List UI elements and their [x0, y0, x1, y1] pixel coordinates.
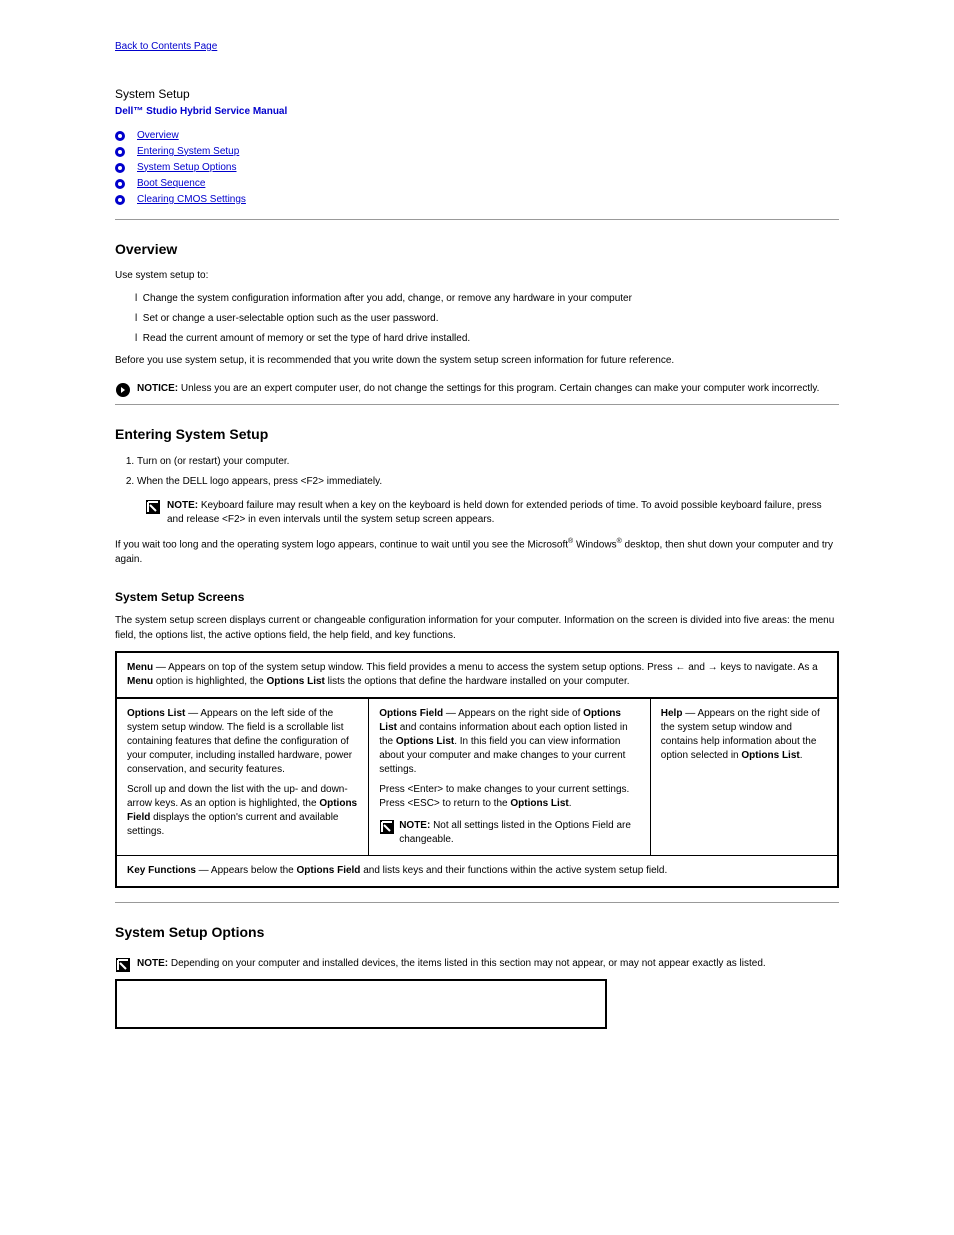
- manual-subtitle: Dell™ Studio Hybrid Service Manual: [115, 105, 839, 119]
- of-t5: .: [569, 798, 572, 809]
- bullet-icon: [115, 147, 125, 157]
- notice-body: Unless you are an expert computer user, …: [178, 383, 819, 394]
- note-text: NOTE: Keyboard failure may result when a…: [167, 499, 839, 527]
- keyfn-label: Key Functions: [127, 865, 196, 876]
- of-t4: Press <Enter> to make changes to your cu…: [379, 784, 629, 809]
- bullet-icon: [115, 195, 125, 205]
- note-label: NOTE:: [167, 500, 198, 511]
- options-note-text: NOTE: Depending on your computer and ins…: [137, 957, 766, 971]
- overview-item: l Read the current amount of memory or s…: [135, 332, 839, 346]
- help-label: Help: [661, 708, 683, 719]
- setup-layout-table: Menu — Appears on top of the system setu…: [115, 651, 839, 888]
- note-body: Keyboard failure may result when a key o…: [167, 500, 822, 525]
- toc-link-boot[interactable]: Boot Sequence: [137, 177, 205, 191]
- menu-desc2: keys to navigate. As a: [718, 662, 818, 673]
- divider: [115, 902, 839, 903]
- overview-item-text: Read the current amount of memory or set…: [143, 333, 470, 344]
- notice-text: NOTICE: Unless you are an expert compute…: [137, 382, 819, 396]
- overview-item-text: Set or change a user-selectable option s…: [143, 313, 439, 324]
- menu-desc: — Appears on top of the system setup win…: [153, 662, 675, 673]
- wait-text: If you wait too long and the operating s…: [115, 537, 839, 567]
- overview-preuse: Before you use system setup, it is recom…: [115, 354, 839, 369]
- keyfn-text2: and lists keys and their functions withi…: [360, 865, 667, 876]
- of-r4: Options List: [510, 798, 568, 809]
- toc-link-options[interactable]: System Setup Options: [137, 161, 237, 175]
- page-title: System Setup: [115, 86, 839, 103]
- right-arrow-icon: →: [708, 662, 718, 673]
- overview-heading: Overview: [115, 240, 839, 260]
- bullet-icon: [115, 163, 125, 173]
- menu-cell: Menu — Appears on top of the system setu…: [116, 652, 838, 698]
- menu-desc4: lists the options that define the hardwa…: [325, 676, 630, 687]
- options-field-cell: Options Field — Appears on the right sid…: [369, 698, 651, 856]
- options-list-text3: displays the option's current and availa…: [127, 812, 338, 837]
- wait-text-2: Windows: [573, 539, 616, 550]
- left-arrow-icon: ←: [675, 662, 685, 673]
- divider: [115, 219, 839, 220]
- keyfn-cell: Key Functions — Appears below the Option…: [116, 856, 838, 888]
- screens-heading: System Setup Screens: [115, 589, 839, 606]
- notice-icon: [115, 382, 131, 398]
- options-table-header-cell: [116, 980, 606, 1028]
- inner-note: NOTE: Not all settings listed in the Opt…: [379, 819, 640, 847]
- wait-text-1: If you wait too long and the operating s…: [115, 539, 568, 550]
- overview-item-text: Change the system configuration informat…: [143, 293, 632, 304]
- bullet-icon: [115, 131, 125, 141]
- menu-and: and: [685, 662, 707, 673]
- options-table: [115, 979, 607, 1029]
- note-label: NOTE:: [399, 820, 430, 831]
- overview-item: l Set or change a user-selectable option…: [135, 312, 839, 326]
- toc-list: Overview Entering System Setup System Se…: [115, 129, 839, 207]
- of-t1: — Appears on the right side of: [443, 708, 583, 719]
- toc-link-entering[interactable]: Entering System Setup: [137, 145, 239, 159]
- notice-label: NOTICE:: [137, 383, 178, 394]
- options-heading: System Setup Options: [115, 923, 839, 943]
- menu-ol: Options List: [267, 676, 325, 687]
- overview-item: l Change the system configuration inform…: [135, 292, 839, 306]
- divider: [115, 404, 839, 405]
- step: When the DELL logo appears, press <F2> i…: [137, 475, 839, 489]
- options-list-label: Options List: [127, 708, 185, 719]
- options-list-cell: Options List — Appears on the left side …: [116, 698, 369, 856]
- keyfn-ref: Options Field: [297, 865, 361, 876]
- note-icon: [115, 957, 131, 973]
- note-label: NOTE:: [137, 958, 168, 969]
- help-ref: Options List: [741, 750, 799, 761]
- screens-para: The system setup screen displays current…: [115, 614, 839, 643]
- note-icon: [145, 499, 161, 515]
- overview-intro: Use system setup to:: [115, 269, 839, 284]
- menu-label2: Menu: [127, 676, 153, 687]
- options-note: NOTE: Depending on your computer and ins…: [115, 957, 839, 973]
- of-note: Not all settings listed in the Options F…: [399, 820, 631, 845]
- notice: NOTICE: Unless you are an expert compute…: [115, 382, 839, 398]
- step: Turn on (or restart) your computer.: [137, 455, 839, 469]
- note-icon: [379, 819, 395, 835]
- note-body: Depending on your computer and installed…: [168, 958, 766, 969]
- entering-steps: Turn on (or restart) your computer. When…: [115, 455, 839, 489]
- back-link[interactable]: Back to Contents Page: [115, 40, 217, 54]
- bullet-icon: [115, 179, 125, 189]
- entering-heading: Entering System Setup: [115, 425, 839, 445]
- menu-label: Menu: [127, 662, 153, 673]
- help-cell: Help — Appears on the right side of the …: [650, 698, 838, 856]
- menu-desc3: option is highlighted, the: [153, 676, 266, 687]
- toc-link-cmos[interactable]: Clearing CMOS Settings: [137, 193, 246, 207]
- help-text2: .: [800, 750, 803, 761]
- keyfn-text: — Appears below the: [196, 865, 297, 876]
- toc-link-overview[interactable]: Overview: [137, 129, 179, 143]
- note: NOTE: Keyboard failure may result when a…: [145, 499, 839, 527]
- options-list-text2: Scroll up and down the list with the up-…: [127, 784, 348, 809]
- options-field-label: Options Field: [379, 708, 443, 719]
- of-r3: Options List: [396, 736, 454, 747]
